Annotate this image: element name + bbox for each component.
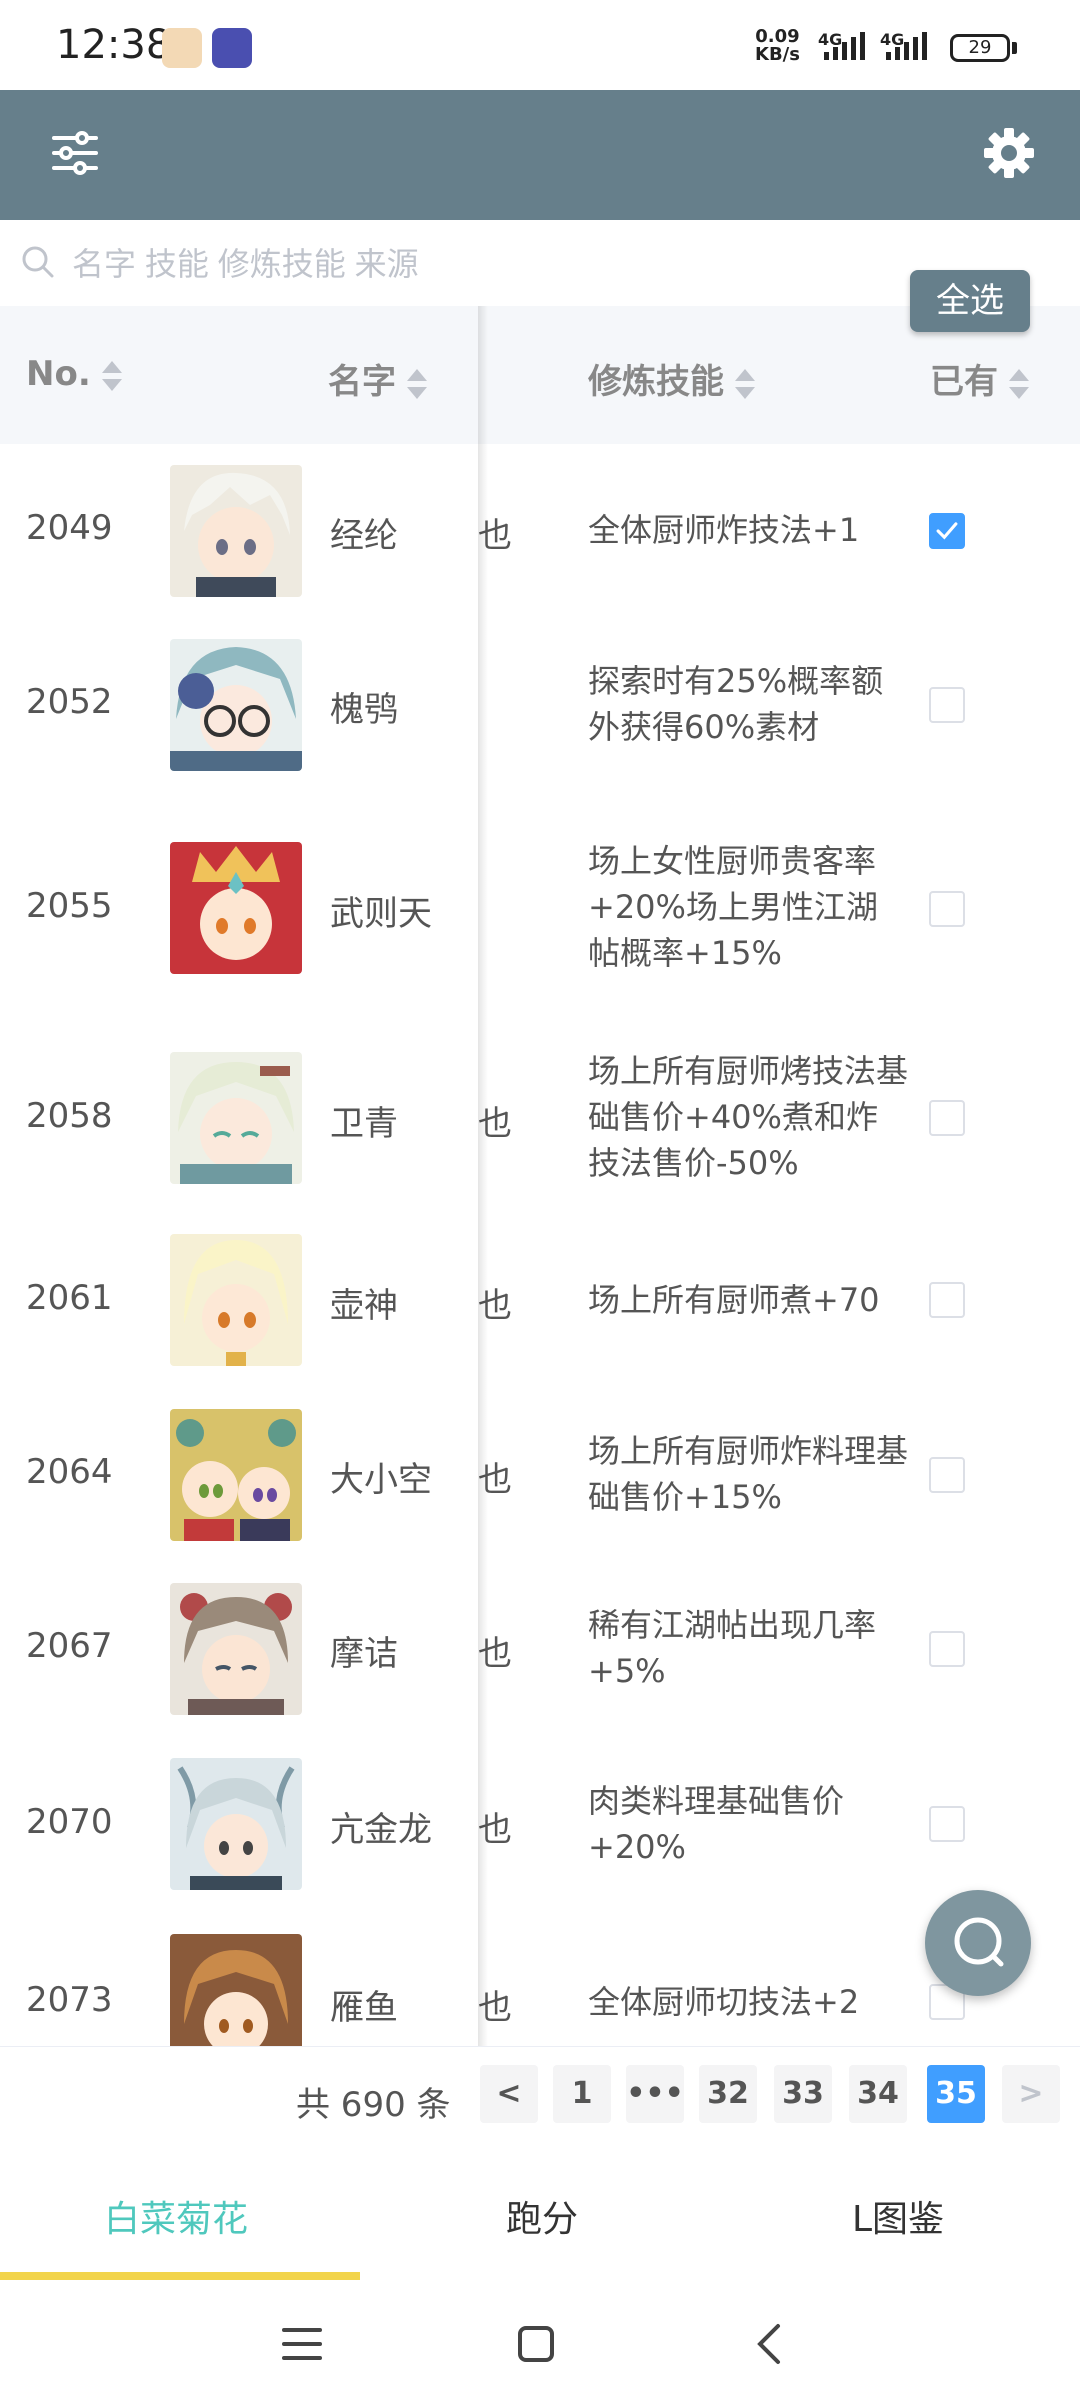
table-row[interactable]: 2052 槐鸮 探索时有25%概率额外获得60%素材: [0, 618, 1080, 793]
cell-skill: 全体厨师炸技法+1: [588, 511, 860, 549]
chef-avatar: [170, 465, 302, 597]
header-name[interactable]: 名字: [328, 354, 428, 403]
header-owned[interactable]: 已有: [930, 354, 1030, 403]
owned-checkbox[interactable]: [929, 1100, 965, 1136]
bottom-tab-bar: 白菜菊花 跑分 L图鉴: [0, 2150, 1080, 2280]
page-button-33[interactable]: 33: [774, 2065, 832, 2123]
chef-avatar: [170, 1234, 302, 1366]
battery-icon: 29: [950, 34, 1010, 62]
top-app-bar: [0, 90, 1080, 220]
sort-icon[interactable]: [734, 367, 756, 401]
owned-checkbox[interactable]: [929, 1631, 965, 1667]
next-page-button[interactable]: >: [1002, 2065, 1060, 2123]
page-button-34[interactable]: 34: [849, 2065, 907, 2123]
sort-icon[interactable]: [1008, 367, 1030, 401]
cell-no: 2073: [26, 1980, 113, 2020]
owned-checkbox[interactable]: [929, 687, 965, 723]
page-button-35-current[interactable]: 35: [927, 2065, 985, 2123]
owned-checkbox[interactable]: [929, 513, 965, 549]
check-icon: [936, 522, 958, 540]
cell-no: 2070: [26, 1802, 113, 1842]
chef-avatar: [170, 1052, 302, 1184]
cell-skill: 场上所有厨师炸料理基础售价+15%: [588, 1432, 909, 1516]
fixed-column-shadow: [478, 306, 488, 2046]
owned-checkbox[interactable]: [929, 1457, 965, 1493]
cell-name: 槐鸮: [330, 690, 398, 730]
select-all-button[interactable]: 全选: [910, 270, 1030, 332]
cell-no: 2064: [26, 1452, 113, 1492]
search-icon: [954, 1917, 1004, 1967]
chef-avatar: [170, 639, 302, 771]
status-bar: 12:38 0.09 KB/s 4G 4G 29: [0, 0, 1080, 90]
chef-avatar: [170, 1758, 302, 1890]
prev-page-button[interactable]: <: [480, 2065, 538, 2123]
cell-no: 2058: [26, 1096, 113, 1136]
chef-avatar: [170, 1934, 302, 2046]
cell-name: 经纶: [330, 516, 398, 556]
table-row[interactable]: 2067 摩诘 也 稀有江湖帖出现几率+5%: [0, 1562, 1080, 1737]
cell-skill: 场上所有厨师烤技法基础售价+40%煮和炸技法售价-50%: [588, 1052, 909, 1182]
table-row[interactable]: 2055 武则天 场上女性厨师贵客率+20%场上男性江湖帖概率+15%: [0, 792, 1080, 1025]
battery-tip: [1012, 42, 1017, 54]
page-ellipsis[interactable]: •••: [626, 2065, 684, 2123]
cell-no: 2055: [26, 886, 113, 926]
signal-icon: [824, 32, 865, 60]
tab-paofen[interactable]: 跑分: [506, 2190, 578, 2242]
active-tab-indicator: [0, 2272, 360, 2280]
chef-avatar: [170, 1409, 302, 1541]
cell-skill: 场上所有厨师煮+70: [588, 1281, 880, 1319]
game-app-icon: [162, 28, 202, 68]
cell-name: 雁鱼: [330, 1988, 398, 2028]
network-speed: 0.09 KB/s: [755, 26, 800, 65]
pagination: 共 690 条 < 1 ••• 32 33 34 35 >: [0, 2046, 1080, 2151]
cell-no: 2061: [26, 1278, 113, 1318]
floating-search-button[interactable]: [925, 1890, 1031, 1996]
system-nav-bar: [0, 2280, 1080, 2400]
cell-skill: 稀有江湖帖出现几率+5%: [588, 1606, 877, 1690]
menu-icon[interactable]: [280, 2324, 324, 2364]
owned-checkbox[interactable]: [929, 1282, 965, 1318]
cell-no: 2067: [26, 1626, 113, 1666]
owned-checkbox[interactable]: [929, 891, 965, 927]
cell-name: 武则天: [330, 894, 432, 934]
page-button-1[interactable]: 1: [553, 2065, 611, 2123]
table-row[interactable]: 2070 亢金龙 也 肉类料理基础售价+20%: [0, 1736, 1080, 1913]
settings-gear-icon[interactable]: [982, 126, 1036, 180]
table-row[interactable]: 2049 经纶 也 全体厨师炸技法+1: [0, 444, 1080, 619]
cell-name: 亢金龙: [330, 1810, 432, 1850]
tab-tujian[interactable]: L图鉴: [852, 2190, 944, 2242]
cell-name: 大小空: [330, 1460, 432, 1500]
page-button-32[interactable]: 32: [699, 2065, 757, 2123]
search-icon: [22, 246, 54, 278]
table-row[interactable]: 2064 大小空 也 场上所有厨师炸料理基础售价+15%: [0, 1388, 1080, 1563]
sort-icon[interactable]: [101, 359, 123, 393]
cell-name: 摩诘: [330, 1634, 398, 1674]
status-time: 12:38: [56, 22, 172, 68]
cell-name: 壶神: [330, 1286, 398, 1326]
back-icon[interactable]: [752, 2322, 786, 2366]
table-row[interactable]: 2073 雁鱼 也 全体厨师切技法+2: [0, 1912, 1080, 2046]
header-skill[interactable]: 修炼技能: [588, 354, 756, 403]
header-no[interactable]: No.: [26, 354, 123, 394]
moon-app-icon: [212, 28, 252, 68]
sort-icon[interactable]: [406, 367, 428, 401]
chef-avatar: [170, 842, 302, 974]
cell-skill: 场上女性厨师贵客率+20%场上男性江湖帖概率+15%: [588, 842, 878, 972]
cell-no: 2052: [26, 682, 113, 722]
cell-skill: 探索时有25%概率额外获得60%素材: [588, 662, 884, 746]
tab-baicai-juhua[interactable]: 白菜菊花: [104, 2190, 248, 2242]
signal-icon-2: [886, 32, 927, 60]
filter-sliders-icon[interactable]: [50, 128, 100, 178]
total-count: 共 690 条: [296, 2085, 451, 2125]
cell-name: 卫青: [330, 1104, 398, 1144]
cell-skill: 肉类料理基础售价+20%: [588, 1782, 845, 1866]
chef-avatar: [170, 1583, 302, 1715]
cell-skill: 全体厨师切技法+2: [588, 1983, 860, 2021]
owned-checkbox[interactable]: [929, 1806, 965, 1842]
table-row[interactable]: 2061 壶神 也 场上所有厨师煮+70: [0, 1212, 1080, 1389]
search-input[interactable]: [70, 238, 774, 290]
cell-no: 2049: [26, 508, 113, 548]
table-row[interactable]: 2058 卫青 也 场上所有厨师烤技法基础售价+40%煮和炸技法售价-50%: [0, 1024, 1080, 1213]
home-icon[interactable]: [516, 2324, 556, 2364]
